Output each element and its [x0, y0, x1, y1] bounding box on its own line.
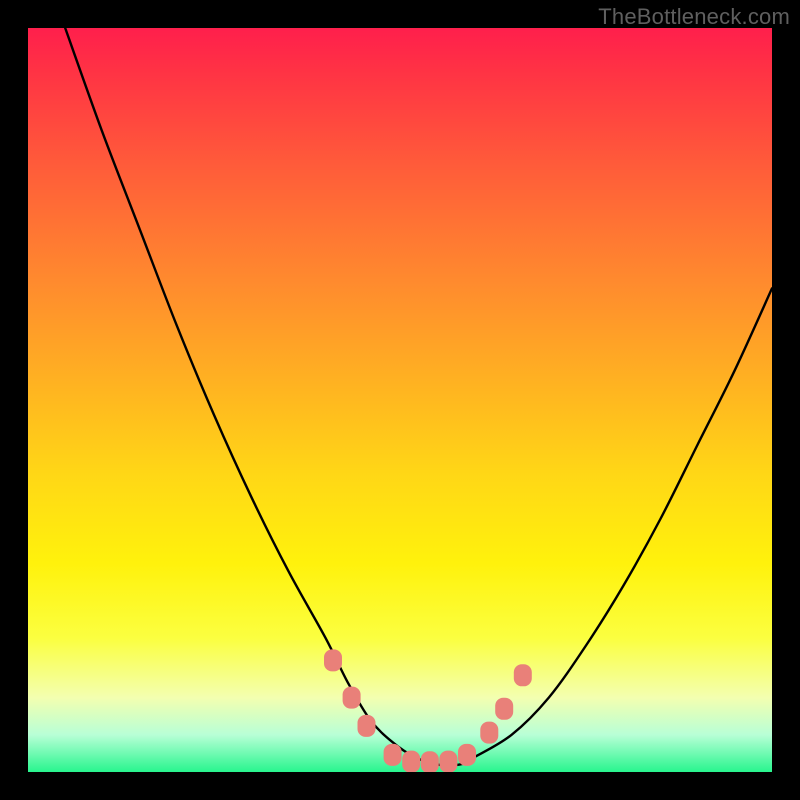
threshold-marker	[458, 744, 476, 766]
threshold-markers	[324, 649, 532, 772]
threshold-marker	[402, 751, 420, 772]
threshold-marker	[421, 751, 439, 772]
chart-frame: TheBottleneck.com	[0, 0, 800, 800]
threshold-marker	[439, 751, 457, 772]
curve-svg	[28, 28, 772, 772]
threshold-marker	[343, 687, 361, 709]
threshold-marker	[480, 722, 498, 744]
threshold-marker	[514, 664, 532, 686]
watermark-text: TheBottleneck.com	[598, 4, 790, 30]
threshold-marker	[358, 715, 376, 737]
threshold-marker	[384, 744, 402, 766]
threshold-marker	[495, 698, 513, 720]
bottleneck-curve	[65, 28, 772, 766]
plot-area	[28, 28, 772, 772]
threshold-marker	[324, 649, 342, 671]
